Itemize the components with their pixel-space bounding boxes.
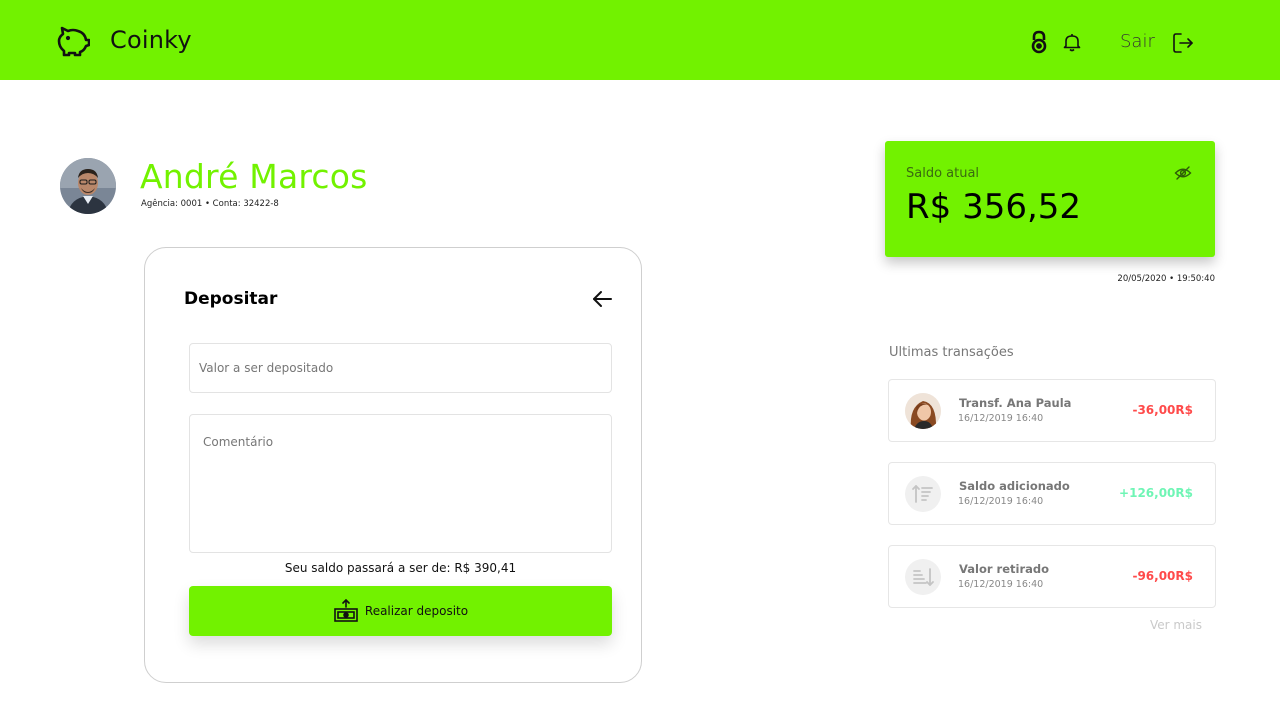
comment-input[interactable] — [189, 414, 612, 553]
transaction-item[interactable]: Valor retirado 16/12/2019 16:40 -96,00R$ — [888, 545, 1216, 608]
transaction-date: 16/12/2019 16:40 — [958, 579, 1044, 590]
balance-card: Saldo atual R$ 356,52 — [885, 141, 1215, 257]
logout-button[interactable]: Sair — [1120, 31, 1155, 52]
deposit-card: Depositar Seu saldo passará a ser de: R$… — [144, 247, 642, 683]
new-balance-text: Seu saldo passará a ser de: R$ 390,41 — [284, 561, 517, 575]
transaction-item[interactable]: Transf. Ana Paula 16/12/2019 16:40 -36,0… — [888, 379, 1216, 442]
bell-icon[interactable] — [1062, 32, 1082, 52]
top-bar: Coinky Sair — [0, 0, 1280, 80]
transaction-item[interactable]: Saldo adicionado 16/12/2019 16:40 +126,0… — [888, 462, 1216, 525]
transaction-title: Transf. Ana Paula — [959, 396, 1072, 410]
balance-timestamp: 20/05/2020 • 19:50:40 — [1117, 274, 1215, 284]
transaction-amount: -96,00R$ — [1132, 569, 1193, 583]
cash-deposit-icon — [333, 599, 359, 623]
balance-value: R$ 356,52 — [906, 187, 1082, 227]
account-info: Agência: 0001 • Conta: 32422-8 — [141, 199, 279, 209]
brand-name: Coinky — [110, 26, 192, 54]
eye-off-icon[interactable] — [1174, 165, 1192, 181]
user-name: André Marcos — [140, 157, 368, 196]
submit-deposit-button[interactable]: Realizar deposito — [189, 586, 612, 636]
logout-icon[interactable] — [1171, 31, 1195, 55]
transaction-date: 16/12/2019 16:40 — [958, 413, 1044, 424]
piggy-bank-icon — [56, 25, 91, 57]
transaction-user-avatar — [905, 393, 941, 429]
user-avatar — [60, 158, 116, 214]
transaction-title: Saldo adicionado — [959, 479, 1070, 493]
see-more-link[interactable]: Ver mais — [1100, 618, 1202, 632]
sort-descending-icon — [905, 559, 941, 595]
submit-deposit-label: Realizar deposito — [364, 604, 469, 618]
lock-icon[interactable] — [1029, 30, 1049, 54]
back-arrow-icon[interactable] — [591, 289, 613, 309]
balance-label: Saldo atual — [906, 166, 980, 181]
deposit-amount-input[interactable] — [189, 343, 612, 393]
sort-ascending-icon — [905, 476, 941, 512]
transaction-date: 16/12/2019 16:40 — [958, 496, 1044, 507]
transaction-title: Valor retirado — [959, 562, 1050, 576]
deposit-title: Depositar — [184, 289, 278, 309]
transaction-amount: -36,00R$ — [1132, 403, 1193, 417]
transaction-amount: +126,00R$ — [1119, 486, 1193, 500]
transactions-heading: Ultimas transações — [889, 345, 1014, 360]
